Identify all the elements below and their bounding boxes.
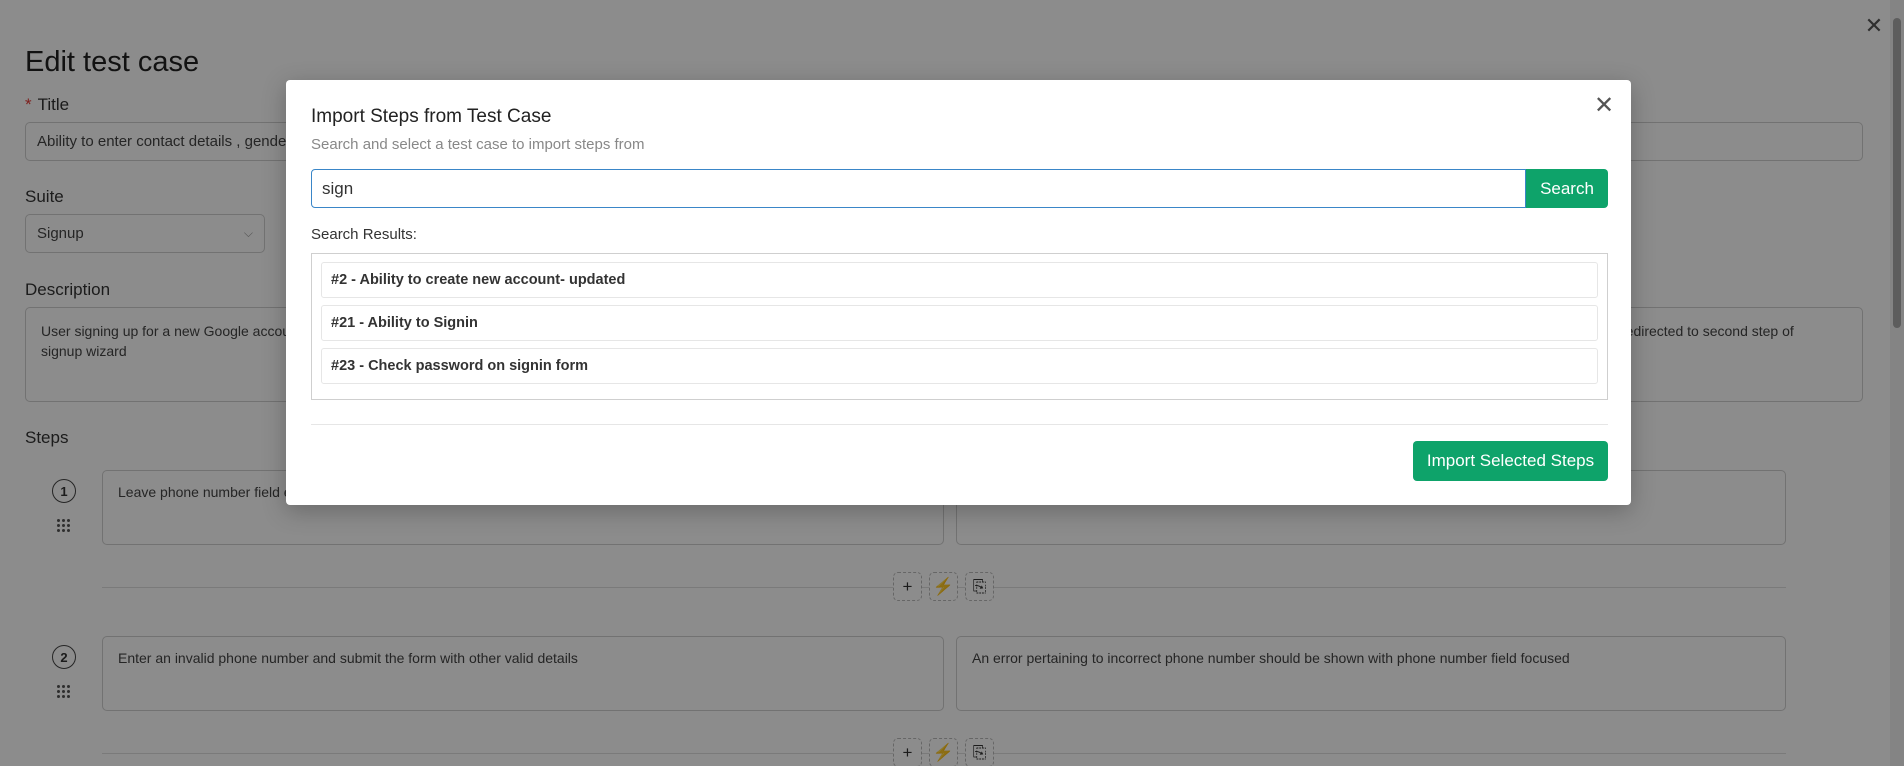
modal-footer-divider [311,424,1608,425]
search-result-item[interactable]: #2 - Ability to create new account- upda… [321,262,1598,298]
search-results-list: #2 - Ability to create new account- upda… [311,253,1608,400]
close-icon[interactable]: ✕ [1593,94,1615,118]
search-results-label: Search Results: [311,226,417,243]
search-result-item[interactable]: #21 - Ability to Signin [321,305,1598,341]
import-steps-modal: ✕ Import Steps from Test Case Search and… [286,80,1631,505]
modal-title: Import Steps from Test Case [311,106,552,127]
search-input[interactable] [311,169,1526,208]
import-selected-steps-button[interactable]: Import Selected Steps [1413,441,1608,481]
search-result-item[interactable]: #23 - Check password on signin form [321,348,1598,384]
modal-subtitle: Search and select a test case to import … [311,136,645,153]
search-button[interactable]: Search [1526,169,1608,208]
